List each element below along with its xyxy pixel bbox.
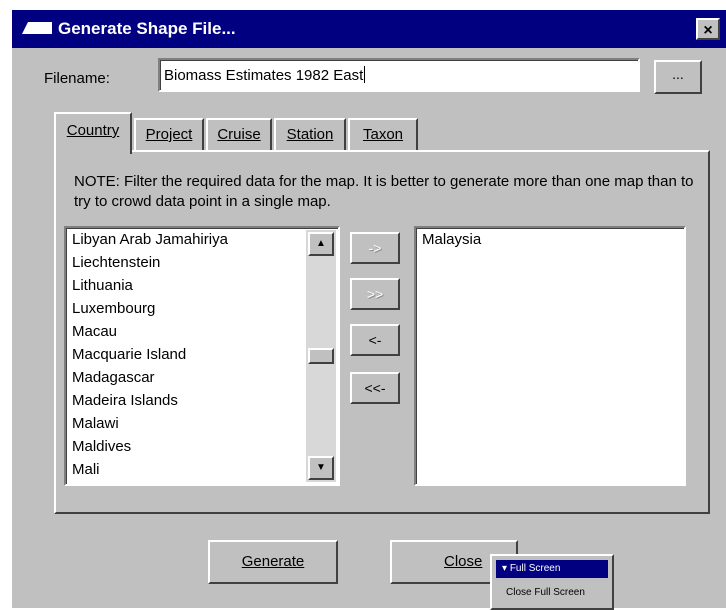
close-icon: ×	[703, 22, 713, 39]
arrow-up-icon: ▲	[316, 238, 326, 249]
list-item[interactable]: Macau	[72, 323, 117, 340]
available-countries-list[interactable]: Libyan Arab Jamahiriya Liechtenstein Lit…	[64, 226, 340, 486]
close-window-button[interactable]: ×	[696, 18, 720, 40]
filename-value: Biomass Estimates 1982 East	[164, 67, 364, 84]
tab-country-label: Country	[66, 122, 120, 139]
add-selected-button[interactable]: ->	[350, 232, 400, 264]
app-icon	[22, 22, 52, 34]
close-button-label: Close	[444, 553, 483, 570]
filename-input[interactable]: Biomass Estimates 1982 East	[158, 58, 640, 92]
filename-label: Filename:	[44, 70, 110, 87]
browse-button-label: ...	[672, 66, 684, 82]
tab-cruise[interactable]: Cruise	[206, 118, 272, 152]
list-item[interactable]: Lithuania	[72, 277, 133, 294]
filter-note: NOTE: Filter the required data for the m…	[74, 173, 694, 210]
remove-all-label: <<-	[364, 380, 386, 396]
list-item[interactable]: Macquarie Island	[72, 346, 186, 363]
scroll-down-button[interactable]: ▼	[308, 456, 334, 480]
list-item[interactable]: Luxembourg	[72, 300, 155, 317]
add-all-label: >>	[366, 286, 384, 302]
list-item[interactable]: Madagascar	[72, 369, 155, 386]
scroll-thumb[interactable]	[308, 348, 334, 364]
menu-indicator-icon: ▾	[502, 563, 508, 574]
browse-button[interactable]: ...	[654, 60, 702, 94]
list-item[interactable]: Malawi	[72, 415, 119, 432]
tab-project[interactable]: Project	[134, 118, 204, 152]
menu-item-close-full-screen-label: Close Full Screen	[506, 587, 585, 598]
add-selected-label: ->	[368, 240, 382, 256]
menu-item-full-screen[interactable]: ▾ Full Screen	[496, 560, 608, 578]
remove-selected-label: <-	[368, 332, 382, 348]
available-list-scrollbar[interactable]: ▲ ▼	[306, 230, 336, 482]
list-item[interactable]: Liechtenstein	[72, 254, 160, 271]
tab-taxon[interactable]: Taxon	[348, 118, 418, 152]
selected-countries-list[interactable]: Malaysia	[414, 226, 686, 486]
tab-station[interactable]: Station	[274, 118, 346, 152]
title-bar[interactable]: Generate Shape File... ×	[12, 10, 726, 48]
generate-button-label: Generate	[241, 553, 305, 570]
list-item[interactable]: Maldives	[72, 438, 131, 455]
tab-country[interactable]: Country	[54, 112, 132, 154]
tab-station-label: Station	[286, 126, 334, 143]
arrow-down-icon: ▼	[316, 462, 326, 473]
scroll-up-button[interactable]: ▲	[308, 232, 334, 256]
tab-taxon-label: Taxon	[362, 126, 404, 143]
window-title: Generate Shape File...	[58, 19, 236, 38]
tab-cruise-label: Cruise	[217, 126, 261, 143]
generate-button[interactable]: Generate	[208, 540, 338, 584]
list-item[interactable]: Mali	[72, 461, 100, 478]
list-item[interactable]: Libyan Arab Jamahiriya	[72, 231, 228, 248]
text-caret	[364, 66, 366, 83]
menu-item-close-full-screen[interactable]: Close Full Screen	[496, 584, 608, 602]
menu-item-full-screen-label: Full Screen	[509, 563, 561, 574]
full-screen-popup-menu: ▾ Full Screen Close Full Screen	[490, 554, 614, 610]
list-item[interactable]: Malaysia	[422, 231, 481, 248]
remove-all-button[interactable]: <<-	[350, 372, 400, 404]
generate-shape-file-dialog: Generate Shape File... × Filename: Bioma…	[10, 8, 726, 610]
tab-project-label: Project	[145, 126, 193, 143]
list-item[interactable]: Madeira Islands	[72, 392, 178, 409]
remove-selected-button[interactable]: <-	[350, 324, 400, 356]
add-all-button[interactable]: >>	[350, 278, 400, 310]
